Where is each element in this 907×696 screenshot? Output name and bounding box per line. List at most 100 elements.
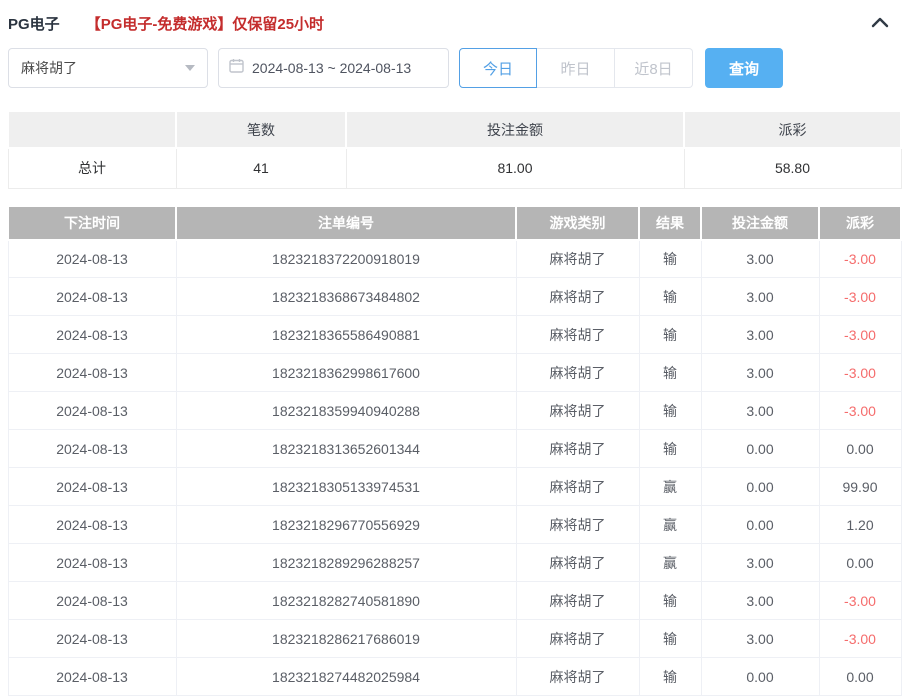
record-cell-3: 输 xyxy=(638,619,702,658)
record-cell-3: 输 xyxy=(638,657,702,696)
quick-button-group: 今日 昨日 近8日 xyxy=(459,48,693,88)
records-col-header-5: 派彩 xyxy=(818,204,902,241)
record-cell-0: 2024-08-13 xyxy=(7,619,177,658)
record-cell-1: 1823218286217686019 xyxy=(175,619,517,658)
record-cell-4: 0.00 xyxy=(700,505,820,544)
record-cell-3: 赢 xyxy=(638,467,702,506)
record-cell-1: 1823218313652601344 xyxy=(175,429,517,468)
records-col-header-0: 下注时间 xyxy=(7,204,177,241)
record-cell-2: 麻将胡了 xyxy=(515,581,640,620)
record-cell-0: 2024-08-13 xyxy=(7,391,177,430)
filter-bar: 麻将胡了 2024-08-13 ~ 2024-08-13 今日 昨日 近8日 查询 xyxy=(8,48,907,88)
record-cell-2: 麻将胡了 xyxy=(515,239,640,278)
quick-button-1[interactable]: 昨日 xyxy=(537,48,615,88)
record-cell-5: -3.00 xyxy=(818,619,902,658)
record-cell-5: -3.00 xyxy=(818,581,902,620)
table-row: 2024-08-13 1823218372200918019 麻将胡了输 3.00 -3… xyxy=(7,239,902,278)
record-cell-4: 3.00 xyxy=(700,581,820,620)
table-row: 2024-08-13 1823218305133974531 麻将胡了赢 0.00 99… xyxy=(7,467,902,506)
records-col-header-2: 游戏类别 xyxy=(515,204,640,241)
summary-header-row: 笔数 投注金额 派彩 xyxy=(7,110,902,149)
record-cell-0: 2024-08-13 xyxy=(7,543,177,582)
record-cell-0: 2024-08-13 xyxy=(7,315,177,354)
record-cell-5: -3.00 xyxy=(818,239,902,278)
record-cell-4: 0.00 xyxy=(700,429,820,468)
record-cell-2: 麻将胡了 xyxy=(515,467,640,506)
record-cell-5: -3.00 xyxy=(818,391,902,430)
record-cell-3: 输 xyxy=(638,353,702,392)
panel-title: PG电子 xyxy=(8,15,60,33)
game-select-value: 麻将胡了 xyxy=(21,60,77,76)
record-cell-1: 1823218305133974531 xyxy=(175,467,517,506)
record-cell-1: 1823218362998617600 xyxy=(175,353,517,392)
summary-value-2: 81.00 xyxy=(345,147,685,189)
date-range-value: 2024-08-13 ~ 2024-08-13 xyxy=(252,60,412,76)
record-cell-1: 1823218359940940288 xyxy=(175,391,517,430)
query-button[interactable]: 查询 xyxy=(705,48,783,88)
record-cell-1: 1823218274482025984 xyxy=(175,657,517,696)
game-select[interactable]: 麻将胡了 xyxy=(8,48,208,88)
quick-button-2[interactable]: 近8日 xyxy=(615,48,693,88)
record-cell-1: 1823218372200918019 xyxy=(175,239,517,278)
record-cell-5: 0.00 xyxy=(818,657,902,696)
record-cell-4: 3.00 xyxy=(700,391,820,430)
record-cell-1: 1823218365586490881 xyxy=(175,315,517,354)
record-cell-2: 麻将胡了 xyxy=(515,391,640,430)
record-cell-4: 0.00 xyxy=(700,657,820,696)
chevron-down-icon xyxy=(185,65,195,71)
record-cell-4: 3.00 xyxy=(700,619,820,658)
record-cell-4: 3.00 xyxy=(700,239,820,278)
records-col-header-1: 注单编号 xyxy=(175,204,517,241)
record-cell-2: 麻将胡了 xyxy=(515,657,640,696)
chevron-up-icon xyxy=(871,16,889,31)
summary-value-3: 58.80 xyxy=(683,147,902,189)
record-cell-3: 输 xyxy=(638,277,702,316)
summary-col-header-0 xyxy=(7,110,177,149)
summary-table: 笔数 投注金额 派彩 总计 41 81.00 58.80 xyxy=(7,110,902,189)
record-cell-0: 2024-08-13 xyxy=(7,505,177,544)
panel-header: PG电子 【PG电子-免费游戏】仅保留25小时 xyxy=(0,0,907,34)
record-cell-2: 麻将胡了 xyxy=(515,505,640,544)
quick-button-0[interactable]: 今日 xyxy=(459,48,537,88)
record-cell-1: 1823218282740581890 xyxy=(175,581,517,620)
record-cell-0: 2024-08-13 xyxy=(7,429,177,468)
record-cell-5: 0.00 xyxy=(818,543,902,582)
summary-total-row: 总计 41 81.00 58.80 xyxy=(7,147,902,189)
summary-row-label: 总计 xyxy=(7,147,177,189)
collapse-button[interactable] xyxy=(869,12,891,34)
table-row: 2024-08-13 1823218368673484802 麻将胡了输 3.00 -3… xyxy=(7,277,902,316)
record-cell-3: 输 xyxy=(638,581,702,620)
table-row: 2024-08-13 1823218365586490881 麻将胡了输 3.00 -3… xyxy=(7,315,902,354)
table-row: 2024-08-13 1823218313652601344 麻将胡了输 0.00 0.… xyxy=(7,429,902,468)
record-cell-4: 0.00 xyxy=(700,467,820,506)
record-cell-0: 2024-08-13 xyxy=(7,467,177,506)
record-cell-3: 赢 xyxy=(638,505,702,544)
record-cell-5: 0.00 xyxy=(818,429,902,468)
date-range-input[interactable]: 2024-08-13 ~ 2024-08-13 xyxy=(218,48,449,88)
record-cell-2: 麻将胡了 xyxy=(515,315,640,354)
record-cell-0: 2024-08-13 xyxy=(7,277,177,316)
record-cell-2: 麻将胡了 xyxy=(515,543,640,582)
record-cell-2: 麻将胡了 xyxy=(515,429,640,468)
record-cell-4: 3.00 xyxy=(700,315,820,354)
summary-value-1: 41 xyxy=(175,147,347,189)
pg-records-panel: PG电子 【PG电子-免费游戏】仅保留25小时 麻将胡了 2024-08-13 … xyxy=(0,0,907,696)
table-row: 2024-08-13 1823218362998617600 麻将胡了输 3.00 -3… xyxy=(7,353,902,392)
record-cell-3: 输 xyxy=(638,239,702,278)
record-cell-2: 麻将胡了 xyxy=(515,619,640,658)
record-cell-2: 麻将胡了 xyxy=(515,353,640,392)
summary-col-header-3: 派彩 xyxy=(683,110,902,149)
record-cell-0: 2024-08-13 xyxy=(7,239,177,278)
record-cell-4: 3.00 xyxy=(700,353,820,392)
record-cell-1: 1823218368673484802 xyxy=(175,277,517,316)
records-header-row: 下注时间 注单编号 游戏类别 结果 投注金额 派彩 xyxy=(7,204,902,241)
records-body: 2024-08-13 1823218372200918019 麻将胡了输 3.00 -3… xyxy=(7,239,902,696)
table-row: 2024-08-13 1823218359940940288 麻将胡了输 3.00 -3… xyxy=(7,391,902,430)
record-cell-0: 2024-08-13 xyxy=(7,581,177,620)
records-col-header-3: 结果 xyxy=(638,204,702,241)
table-row: 2024-08-13 1823218282740581890 麻将胡了输 3.00 -3… xyxy=(7,581,902,620)
record-cell-5: -3.00 xyxy=(818,315,902,354)
records-table: 下注时间 注单编号 游戏类别 结果 投注金额 派彩 2024-08-13 182321837… xyxy=(7,204,902,696)
record-cell-0: 2024-08-13 xyxy=(7,353,177,392)
record-cell-4: 3.00 xyxy=(700,277,820,316)
